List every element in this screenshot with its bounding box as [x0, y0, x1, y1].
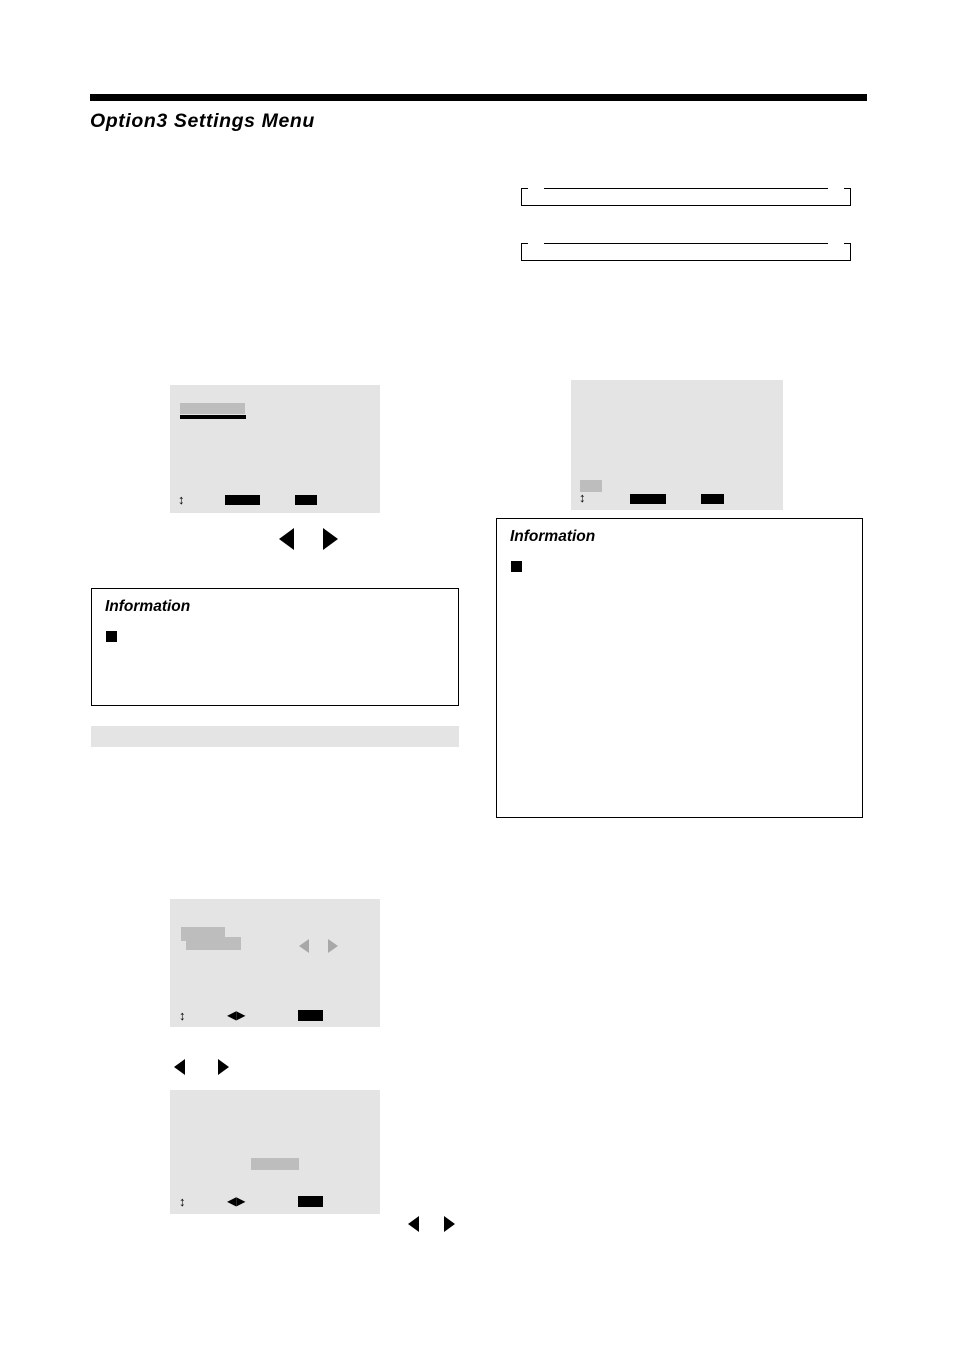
osd-panel-3[interactable]: ↕ ◀▶	[170, 899, 380, 1027]
osd-panel-4-action[interactable]	[298, 1196, 323, 1207]
header-rule	[90, 94, 867, 101]
note-box-1-notch-right	[828, 187, 844, 196]
osd-panel-4-selected-value[interactable]	[251, 1158, 299, 1170]
nav-arrow-left-1[interactable]	[279, 528, 294, 550]
information-left-bullet	[106, 631, 117, 642]
osd-panel-1-action-1[interactable]	[225, 495, 260, 505]
note-box-1	[521, 187, 851, 206]
note-box-2-notch-right	[828, 242, 844, 251]
osd-panel-1-updown-icon: ↕	[178, 492, 185, 507]
nav-arrow-right-2[interactable]	[218, 1059, 229, 1075]
nav-arrow-right-3[interactable]	[444, 1216, 455, 1232]
osd-panel-2[interactable]: ↕	[571, 380, 783, 510]
osd-panel-1[interactable]: ↕	[170, 385, 380, 513]
osd-panel-3-leftright-icon: ◀▶	[227, 1008, 246, 1022]
osd-panel-4-updown-icon: ↕	[179, 1194, 186, 1209]
information-left-title: Information	[105, 598, 191, 615]
osd-panel-3-action[interactable]	[298, 1010, 323, 1021]
osd-panel-1-selected-row[interactable]	[180, 403, 246, 419]
nav-arrow-left-2[interactable]	[174, 1059, 185, 1075]
note-box-2	[521, 242, 851, 261]
osd-panel-3-adjust-right-icon[interactable]	[328, 939, 338, 953]
osd-panel-3-updown-icon: ↕	[179, 1008, 186, 1023]
note-box-1-notch-left	[528, 187, 544, 196]
section-heading-bar	[91, 726, 459, 747]
osd-panel-2-action-1[interactable]	[630, 494, 666, 504]
osd-panel-3-adjust-left-icon[interactable]	[299, 939, 309, 953]
information-left: Information	[91, 588, 459, 706]
osd-panel-2-action-2[interactable]	[701, 494, 724, 504]
information-right-bullet	[511, 561, 522, 572]
osd-panel-4-leftright-icon: ◀▶	[227, 1194, 246, 1208]
note-box-2-notch-left	[528, 242, 544, 251]
nav-arrow-right-1[interactable]	[323, 528, 338, 550]
osd-panel-3-selected-value[interactable]	[186, 937, 241, 950]
nav-arrow-left-3[interactable]	[408, 1216, 419, 1232]
page-title: Option3 Settings Menu	[90, 110, 315, 132]
osd-panel-4[interactable]: ↕ ◀▶	[170, 1090, 380, 1214]
osd-panel-2-updown-icon: ↕	[579, 490, 586, 505]
information-right: Information	[496, 518, 863, 818]
information-right-title: Information	[510, 528, 596, 545]
osd-panel-1-action-2[interactable]	[295, 495, 317, 505]
